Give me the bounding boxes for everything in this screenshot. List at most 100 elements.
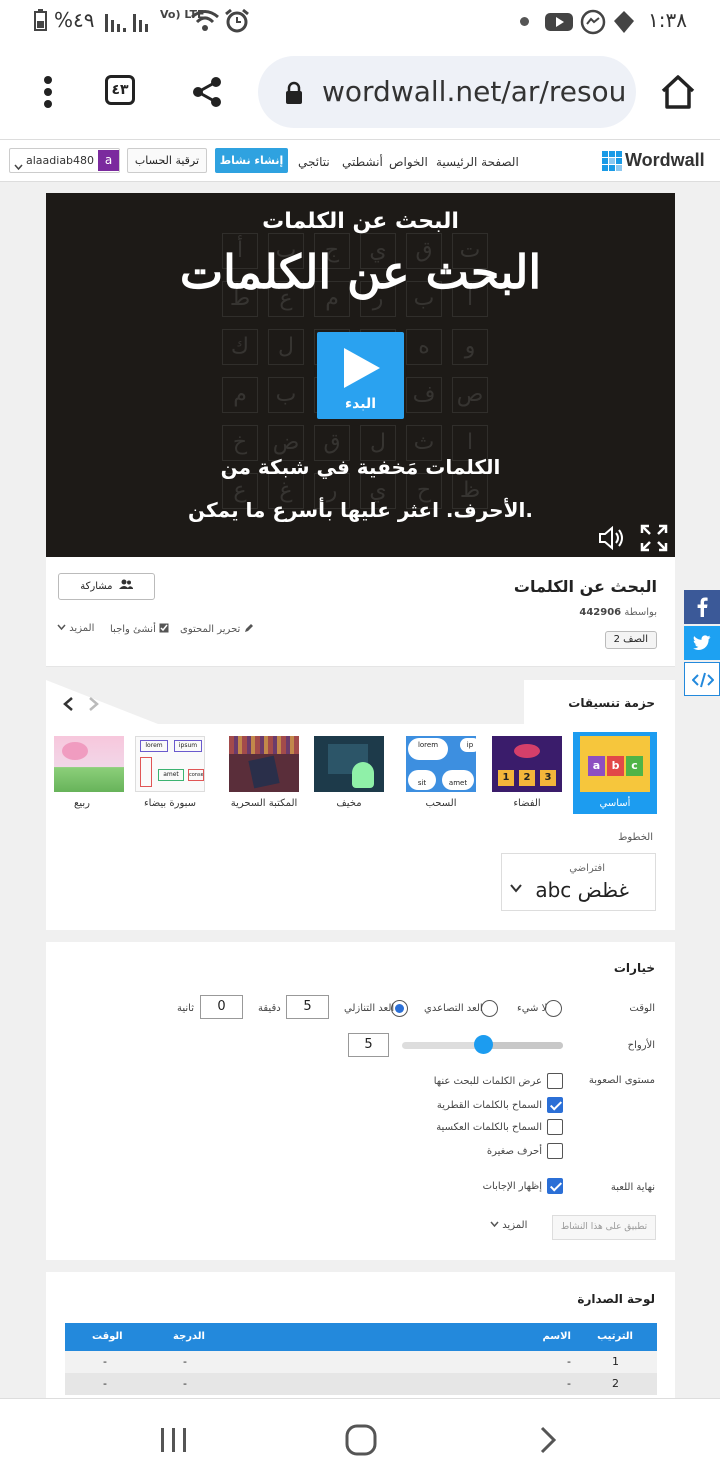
thumb-word: sit bbox=[408, 770, 436, 790]
chevron-right-icon[interactable] bbox=[88, 696, 100, 716]
diagonal-words-checkbox[interactable] bbox=[547, 1097, 563, 1113]
lives-input[interactable]: 5 bbox=[348, 1033, 389, 1057]
theme-spring[interactable]: ربيع bbox=[40, 732, 124, 814]
chevron-down-icon bbox=[510, 878, 522, 897]
status-bar: %٤٩ Vo) LTE ١:٣٨ bbox=[0, 0, 720, 44]
minutes-input[interactable]: 5 bbox=[286, 995, 329, 1019]
themes-heading-box: حزمة تنسيقات bbox=[524, 680, 675, 724]
share-label: مشاركة bbox=[80, 581, 113, 592]
twitter-icon bbox=[693, 635, 711, 650]
home-nav-icon[interactable] bbox=[345, 1424, 377, 1460]
options-card: خيارات الوقت لا شيء العد التصاعدي العد ا… bbox=[46, 942, 675, 1260]
theme-basic[interactable]: a b c أساسي bbox=[573, 732, 657, 814]
tab-count-button[interactable]: ٤٣ bbox=[105, 75, 135, 105]
lives-label: الأرواح bbox=[627, 1040, 655, 1051]
lives-slider-knob[interactable] bbox=[473, 1035, 493, 1054]
grid-letter-cell: م bbox=[222, 377, 258, 413]
browser-toolbar: ٤٣ wordwall.net/ar/resou bbox=[0, 44, 720, 140]
diagonal-words-label: السماح بالكلمات القطرية bbox=[436, 1100, 542, 1111]
thumb-word: lorem bbox=[408, 738, 448, 760]
battery-percent: %٤٩ bbox=[54, 8, 95, 32]
clock: ١:٣٨ bbox=[648, 8, 687, 32]
facebook-share-button[interactable] bbox=[684, 590, 720, 624]
theme-library-thumbnail bbox=[229, 736, 299, 792]
back-icon[interactable] bbox=[538, 1425, 558, 1459]
nav-home[interactable]: الصفحة الرئيسية bbox=[436, 155, 519, 169]
chevron-left-icon[interactable] bbox=[62, 696, 74, 716]
lowercase-checkbox[interactable] bbox=[547, 1143, 563, 1159]
checkbox-icon bbox=[159, 623, 169, 633]
game-title-large: البحث عن الكلمات bbox=[179, 245, 542, 299]
options-more-link[interactable]: المزيد bbox=[490, 1220, 527, 1231]
thumb-number: 3 bbox=[540, 770, 556, 786]
row-name: - bbox=[567, 1377, 571, 1390]
edit-content-label: تحرير المحتوى bbox=[180, 624, 241, 635]
theme-label: المكتبة السحرية bbox=[230, 798, 298, 809]
sound-icon[interactable] bbox=[598, 525, 626, 554]
show-answers-checkbox[interactable] bbox=[547, 1178, 563, 1194]
ghost-icon bbox=[352, 762, 374, 788]
user-menu[interactable]: alaadiab480 a bbox=[9, 148, 120, 173]
pencil-icon bbox=[244, 624, 253, 632]
thumb-word: conse bbox=[188, 769, 204, 781]
edit-content-link[interactable]: تحرير المحتوى bbox=[180, 623, 254, 635]
nav-my-results[interactable]: نتائجي bbox=[298, 155, 330, 169]
activity-info-card: البحث عن الكلمات 442906 بواسطة الصف 2 مش… bbox=[46, 557, 675, 667]
android-nav-bar bbox=[0, 1398, 720, 1480]
theme-clouds[interactable]: lorem ip sit amet السحب bbox=[399, 732, 483, 814]
more-link[interactable]: المزيد bbox=[57, 623, 94, 634]
row-rank: 1 bbox=[612, 1355, 619, 1368]
fullscreen-icon[interactable] bbox=[640, 524, 668, 556]
leaderboard-card: لوحة الصدارة الترتيب الاسم الدرجة الوقت … bbox=[46, 1272, 675, 1398]
theme-whiteboard[interactable]: lorem ipsum amet conse سبورة بيضاء bbox=[128, 732, 212, 814]
apply-to-activity-button[interactable]: تطبيق على هذا النشاط bbox=[552, 1215, 656, 1240]
embed-share-button[interactable] bbox=[684, 662, 720, 696]
menu-kebab-icon[interactable] bbox=[38, 74, 58, 114]
seconds-input[interactable]: 0 bbox=[200, 995, 243, 1019]
theme-basic-thumbnail: a b c bbox=[580, 736, 650, 792]
theme-label: الفضاء bbox=[513, 798, 541, 809]
row-time: - bbox=[103, 1377, 107, 1390]
play-label: البدء bbox=[344, 396, 376, 412]
logo-text[interactable]: Wordwall bbox=[625, 150, 705, 171]
share-icon[interactable] bbox=[192, 76, 224, 112]
ufo-icon bbox=[514, 744, 540, 758]
wordwall-logo-icon[interactable] bbox=[602, 151, 622, 175]
play-button[interactable]: البدء bbox=[317, 332, 404, 419]
font-select[interactable]: افتراضي abc غظض bbox=[501, 853, 656, 911]
theme-spooky[interactable]: مخيف bbox=[307, 732, 391, 814]
theme-space-thumbnail: 1 2 3 bbox=[492, 736, 562, 792]
upgrade-account-button[interactable]: ترقية الحساب bbox=[127, 148, 207, 173]
timer-none-radio[interactable] bbox=[545, 1000, 562, 1017]
show-words-checkbox[interactable] bbox=[547, 1073, 563, 1089]
signal-icon bbox=[105, 10, 155, 38]
battery-icon bbox=[34, 8, 48, 32]
more-label: المزيد bbox=[69, 623, 95, 634]
recent-apps-icon[interactable] bbox=[159, 1426, 189, 1458]
nav-my-activities[interactable]: أنشطتي bbox=[342, 155, 383, 169]
facebook-icon bbox=[697, 597, 708, 617]
share-button[interactable]: مشاركة bbox=[58, 573, 155, 600]
grade-badge[interactable]: الصف 2 bbox=[604, 631, 657, 649]
twitter-share-button[interactable] bbox=[684, 626, 720, 660]
notification-dot-icon bbox=[520, 17, 529, 26]
game-description-line2: الأحرف. اعثر عليها بأسرع ما يمكن. bbox=[188, 498, 533, 522]
col-time: الوقت bbox=[92, 1331, 123, 1342]
theme-space[interactable]: 1 2 3 الفضاء bbox=[485, 732, 569, 814]
by-label: بواسطة bbox=[624, 607, 657, 618]
nav-features[interactable]: الخواص bbox=[389, 155, 428, 169]
assign-link[interactable]: أنشئ واجبا bbox=[110, 623, 169, 635]
avatar: a bbox=[98, 150, 119, 171]
themes-heading: حزمة تنسيقات bbox=[568, 696, 655, 710]
assign-label: أنشئ واجبا bbox=[110, 624, 156, 635]
theme-magic-library[interactable]: المكتبة السحرية bbox=[222, 732, 306, 814]
reverse-words-checkbox[interactable] bbox=[547, 1119, 563, 1135]
activity-author[interactable]: 442906 بواسطة bbox=[579, 607, 657, 618]
game-preview[interactable]: أبجيقتطعمرباكلسنهومبكزفصخضقلثاعغريحظ الب… bbox=[46, 193, 675, 557]
row-time: - bbox=[103, 1355, 107, 1368]
home-icon[interactable] bbox=[660, 74, 696, 114]
play-icon bbox=[344, 348, 380, 388]
create-activity-button[interactable]: إنشاء نشاط bbox=[215, 148, 288, 173]
grid-letter-cell: ب bbox=[268, 377, 304, 413]
timer-count-up-radio[interactable] bbox=[481, 1000, 498, 1017]
